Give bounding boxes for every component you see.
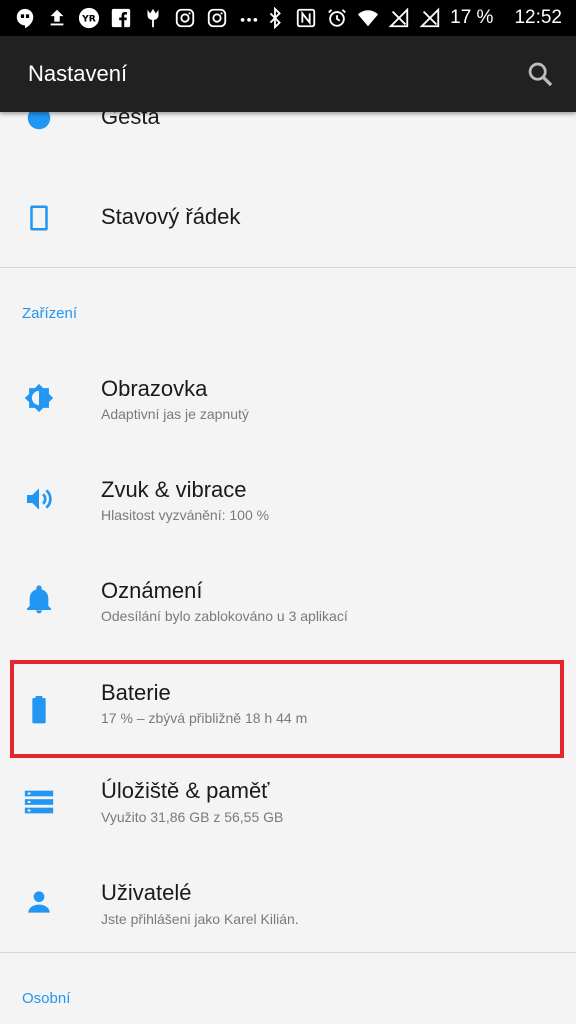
instagram-icon xyxy=(206,7,228,29)
instagram-icon xyxy=(174,7,196,29)
settings-item-subtitle: Hlasitost vyzvánění: 100 % xyxy=(101,507,270,523)
section-divider xyxy=(0,952,576,953)
settings-item-title: Uživatelé xyxy=(101,880,192,905)
settings-item-subtitle: Adaptivní jas je zapnutý xyxy=(101,406,249,422)
section-header-personal: Osobní xyxy=(22,990,71,1007)
facebook-icon xyxy=(110,7,132,29)
wifi-icon xyxy=(357,7,379,29)
settings-item-status-bar[interactable]: Stavový řádek xyxy=(0,168,576,268)
settings-item-subtitle: Odesílání bylo zablokováno u 3 aplikací xyxy=(101,608,348,624)
bell-icon xyxy=(22,583,56,617)
settings-item-gestures[interactable]: Gesta xyxy=(0,112,576,168)
tulip-icon xyxy=(142,7,164,29)
settings-item-title: Zvuk & vibrace xyxy=(101,477,247,502)
hangouts-icon xyxy=(14,7,36,29)
settings-item-title: Úložiště & paměť xyxy=(101,778,270,803)
storage-icon xyxy=(22,785,56,819)
svg-text:YR: YR xyxy=(81,14,96,25)
highlight-box xyxy=(10,660,564,758)
status-bar-phone-icon xyxy=(22,201,56,235)
no-signal-icon xyxy=(388,7,410,29)
alarm-icon xyxy=(326,7,348,29)
settings-list: Gesta Stavový řádek Zařízení Obrazovka A… xyxy=(0,112,576,1024)
app-bar: Nastavení xyxy=(0,36,576,112)
gesture-dot-icon xyxy=(22,112,56,135)
status-bar-system: 17 % 12:52 xyxy=(264,7,576,29)
battery-percentage: 17 % xyxy=(450,7,494,28)
settings-item-storage[interactable]: Úložiště & paměť Využito 31,86 GB z 56,5… xyxy=(0,752,576,852)
nfc-icon xyxy=(295,7,317,29)
settings-item-sound[interactable]: Zvuk & vibrace Hlasitost vyzvánění: 100 … xyxy=(0,449,576,549)
page-title: Nastavení xyxy=(28,61,128,86)
settings-item-title: Oznámení xyxy=(101,578,203,603)
settings-item-title: Stavový řádek xyxy=(101,204,241,229)
settings-item-title: Gesta xyxy=(101,112,160,129)
more-icon xyxy=(238,7,260,29)
brightness-icon xyxy=(22,381,56,415)
status-bar-notifications: YR xyxy=(0,7,264,29)
no-signal-icon xyxy=(419,7,441,29)
clock: 12:52 xyxy=(514,7,562,28)
person-icon xyxy=(22,885,56,919)
settings-item-notifications[interactable]: Oznámení Odesílání bylo zablokováno u 3 … xyxy=(0,550,576,650)
bluetooth-icon xyxy=(264,7,286,29)
yr-weather-icon: YR xyxy=(78,7,100,29)
section-header-device: Zařízení xyxy=(22,305,78,322)
search-button[interactable] xyxy=(518,52,562,96)
volume-icon xyxy=(22,482,56,516)
settings-item-title: Obrazovka xyxy=(101,376,208,401)
settings-item-subtitle: Jste přihlášeni jako Karel Kilián. xyxy=(101,911,299,927)
settings-item-display[interactable]: Obrazovka Adaptivní jas je zapnutý xyxy=(0,348,576,448)
status-bar: YR 17 % 12:52 xyxy=(0,0,576,36)
search-icon xyxy=(528,62,553,87)
settings-item-users[interactable]: Uživatelé Jste přihlášeni jako Karel Kil… xyxy=(0,852,576,952)
settings-item-subtitle: Využito 31,86 GB z 56,55 GB xyxy=(101,809,284,825)
section-divider xyxy=(0,267,576,268)
upload-icon xyxy=(46,7,68,29)
